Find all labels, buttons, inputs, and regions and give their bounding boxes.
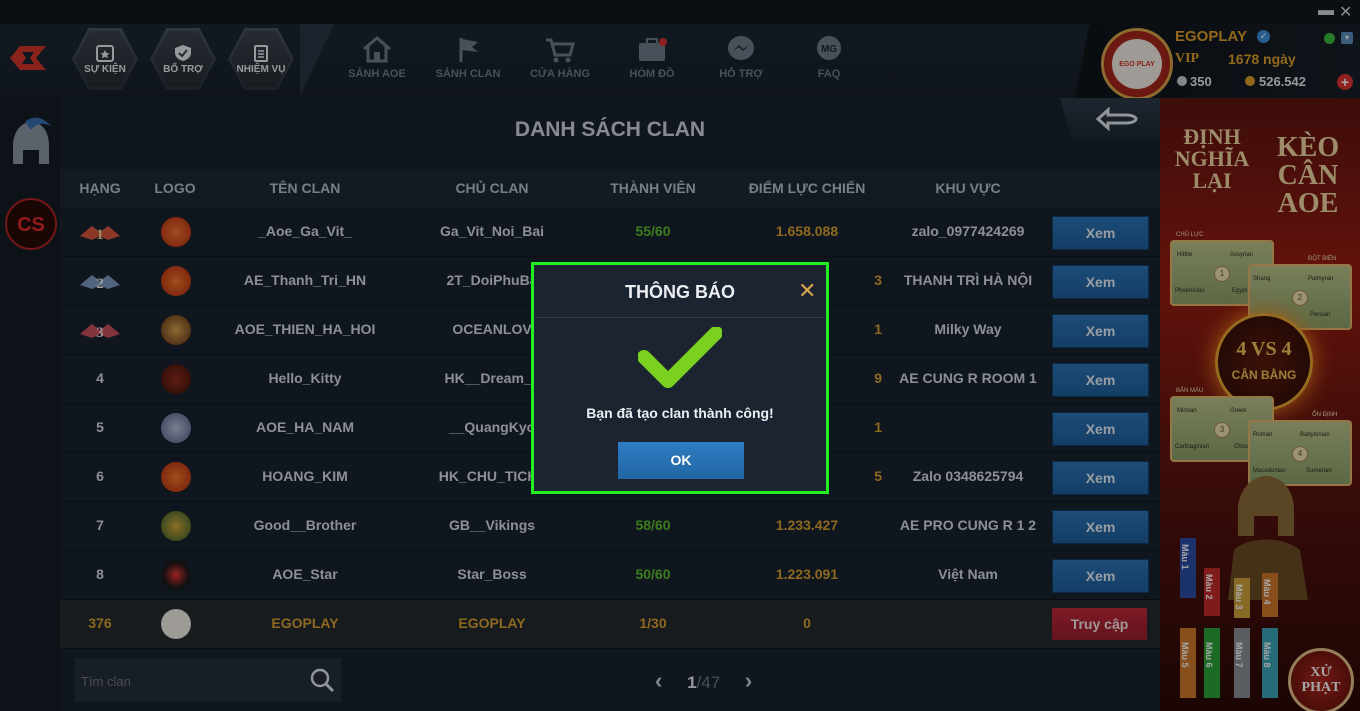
notification-dialog: THÔNG BÁO ✕ Bạn đã tạo clan thành công! … xyxy=(531,262,829,494)
success-check-icon xyxy=(638,327,722,388)
dialog-title: THÔNG BÁO xyxy=(625,282,735,302)
dialog-message: Bạn đã tạo clan thành công! xyxy=(586,405,774,421)
dialog-header: THÔNG BÁO ✕ xyxy=(534,265,826,318)
dialog-close-button[interactable]: ✕ xyxy=(798,278,816,304)
ok-button[interactable]: OK xyxy=(618,442,744,479)
